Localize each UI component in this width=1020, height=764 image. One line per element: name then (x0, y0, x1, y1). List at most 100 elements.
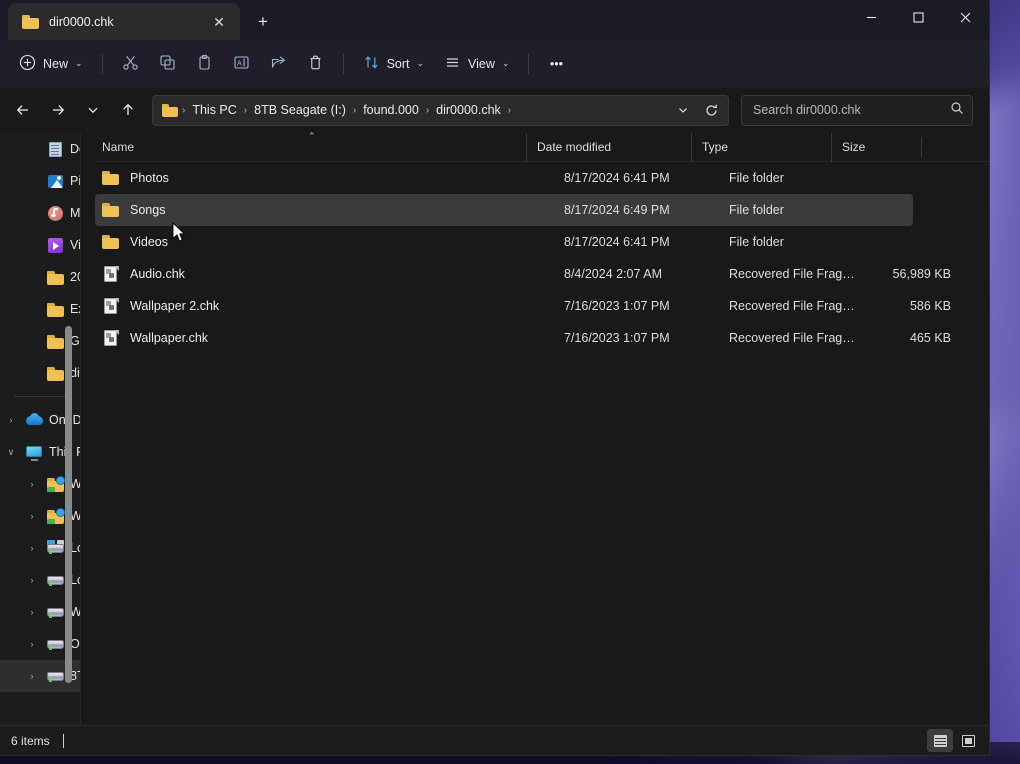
status-caret (63, 734, 64, 748)
delete-button[interactable] (298, 48, 333, 80)
navigation-pane[interactable]: DocumentsPicturesMusicVideos2024ExtraGam… (0, 133, 81, 725)
chevron-right-icon[interactable]: › (23, 479, 41, 489)
sidebar-item-label: Documents (70, 142, 81, 156)
chevron-right-icon[interactable]: › (23, 543, 41, 553)
table-row[interactable]: Wallpaper 2.chk7/16/2023 1:07 PMRecovere… (95, 290, 913, 322)
sidebar-item-extra[interactable]: Extra (0, 293, 81, 325)
search-icon[interactable] (950, 101, 964, 120)
file-type-cell: File folder (726, 203, 866, 217)
file-type-cell: File folder (726, 171, 866, 185)
sidebar-item-pictures[interactable]: Pictures (0, 165, 81, 197)
sidebar-item-label: Extra (70, 302, 81, 316)
title-bar: dir0000.chk ✕ + (0, 0, 989, 40)
breadcrumb-found000[interactable]: found.000 (357, 100, 425, 120)
refresh-icon[interactable] (697, 97, 726, 124)
file-name-cell: Videos (130, 235, 561, 249)
file-list-pane: ⌃ Name Date modified Type Size Photos8/1… (81, 133, 989, 725)
close-window-button[interactable] (942, 0, 989, 34)
chevron-down-icon: ⌄ (75, 58, 83, 69)
close-tab-icon[interactable]: ✕ (206, 9, 232, 35)
chevron-right-icon[interactable]: › (23, 607, 41, 617)
copy-button[interactable] (150, 48, 185, 80)
column-header-type[interactable]: Type (691, 133, 831, 162)
table-row[interactable]: Wallpaper.chk7/16/2023 1:07 PMRecovered … (95, 322, 913, 354)
sidebar-item-music[interactable]: Music (0, 197, 81, 229)
new-tab-button[interactable]: + (246, 5, 280, 37)
sidebar-divider (14, 396, 71, 397)
more-options-button[interactable]: ••• (539, 48, 573, 80)
videos-icon (46, 237, 65, 254)
sort-button[interactable]: Sort ⌄ (354, 48, 433, 80)
forward-button[interactable] (41, 95, 74, 126)
chevron-right-icon[interactable]: › (23, 575, 41, 585)
view-button[interactable]: View ⌄ (435, 48, 518, 80)
breadcrumb-dir0000[interactable]: dir0000.chk (430, 100, 507, 120)
sidebar-item-videos[interactable]: Videos (0, 229, 81, 261)
search-box[interactable] (741, 95, 973, 126)
table-row[interactable]: Photos8/17/2024 6:41 PMFile folder (95, 162, 913, 194)
tab-title: dir0000.chk (49, 15, 196, 29)
plus-circle-icon (19, 54, 36, 74)
network-folder-icon (46, 476, 65, 493)
chevron-right-icon[interactable]: › (23, 511, 41, 521)
folder-icon (46, 269, 65, 286)
share-button[interactable] (261, 48, 296, 80)
table-row[interactable]: Audio.chk8/4/2024 2:07 AMRecovered File … (95, 258, 913, 290)
view-toggle-group (927, 729, 981, 752)
chevron-right-icon[interactable]: › (2, 415, 20, 425)
file-list[interactable]: Photos8/17/2024 6:41 PMFile folderSongs8… (95, 162, 989, 725)
hamburger-icon (444, 54, 461, 74)
details-view-icon[interactable] (927, 729, 953, 752)
breadcrumb-this-pc[interactable]: This PC (186, 100, 242, 120)
chevron-right-icon[interactable]: › (23, 639, 41, 649)
folder-icon (102, 170, 120, 186)
trash-icon (307, 54, 324, 74)
sidebar-scrollbar-thumb[interactable] (65, 326, 72, 683)
new-button[interactable]: New ⌄ (10, 48, 92, 80)
minimize-button[interactable] (848, 0, 895, 34)
breadcrumb-8tb-seagate[interactable]: 8TB Seagate (I:) (248, 100, 352, 120)
status-bar: 6 items (0, 725, 989, 755)
svg-text:A: A (237, 60, 242, 67)
view-button-label: View (468, 57, 495, 71)
chevron-right-icon[interactable]: › (23, 671, 41, 681)
file-name-cell: Wallpaper.chk (130, 331, 561, 345)
new-button-label: New (43, 57, 68, 71)
file-name-cell: Wallpaper 2.chk (130, 299, 561, 313)
column-header-date-modified[interactable]: Date modified (526, 133, 691, 162)
scissors-icon (122, 54, 139, 74)
rename-icon: A (233, 54, 250, 74)
cut-button[interactable] (113, 48, 148, 80)
date-modified-cell: 7/16/2023 1:07 PM (561, 299, 726, 313)
large-icons-view-icon[interactable] (955, 729, 981, 752)
search-input[interactable] (753, 103, 950, 117)
recent-locations-button[interactable] (76, 95, 109, 126)
file-icon (102, 266, 120, 282)
up-button[interactable] (111, 95, 144, 126)
column-divider[interactable] (921, 137, 922, 157)
documents-icon (46, 141, 65, 158)
share-icon (270, 54, 287, 74)
sidebar-item-documents[interactable]: Documents (0, 133, 81, 165)
column-header-size[interactable]: Size (831, 133, 921, 162)
paste-button[interactable] (187, 48, 222, 80)
file-size-cell: 586 KB (866, 299, 956, 313)
sidebar-item-2024[interactable]: 2024 (0, 261, 81, 293)
tab-dir0000[interactable]: dir0000.chk ✕ (8, 3, 240, 40)
table-row[interactable]: Songs8/17/2024 6:49 PMFile folder (95, 194, 913, 226)
table-row[interactable]: Videos8/17/2024 6:41 PMFile folder (95, 226, 913, 258)
sidebar-item-label: Pictures (70, 174, 81, 188)
file-name-cell: Songs (130, 203, 561, 217)
date-modified-cell: 8/17/2024 6:41 PM (561, 171, 726, 185)
back-button[interactable] (6, 95, 39, 126)
rename-button[interactable]: A (224, 48, 259, 80)
explorer-body: DocumentsPicturesMusicVideos2024ExtraGam… (0, 133, 989, 725)
chevron-down-icon[interactable]: ∨ (2, 447, 20, 458)
maximize-button[interactable] (895, 0, 942, 34)
divider (102, 54, 103, 74)
address-bar[interactable]: › This PC › 8TB Seagate (I:) › found.000… (152, 95, 729, 126)
address-history-icon[interactable] (668, 97, 697, 124)
folder-icon (46, 365, 65, 382)
divider (343, 54, 344, 74)
onedrive-icon (25, 412, 44, 429)
